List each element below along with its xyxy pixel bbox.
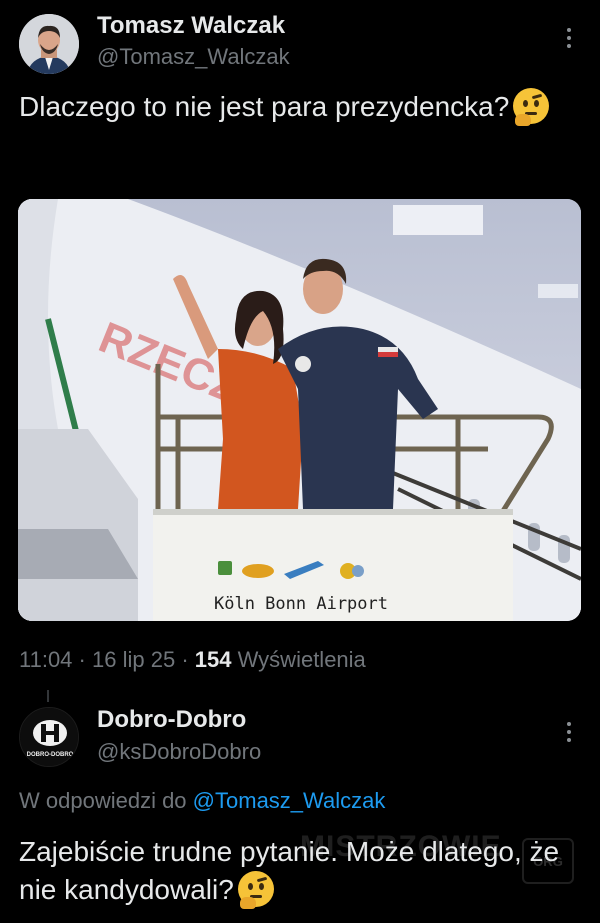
- reply-to-line: W odpowiedzi do @Tomasz_Walczak: [19, 788, 385, 814]
- thinking-face-icon: [513, 88, 550, 126]
- more-options-icon[interactable]: [559, 26, 579, 50]
- thread-line: [47, 690, 49, 702]
- reply-more-options-icon[interactable]: [559, 720, 579, 744]
- author-avatar[interactable]: [19, 14, 79, 74]
- reply-text: Zajebiście trudne pytanie. Może dlatego,…: [19, 833, 579, 909]
- meta-separator: ·: [78, 647, 86, 672]
- dobro-logo-icon: DOBRO-DOBRO: [20, 708, 78, 766]
- meta-separator: ·: [181, 647, 189, 672]
- airport-sign-text: Köln Bonn Airport: [214, 594, 388, 614]
- reply-to-label: W odpowiedzi do: [19, 788, 187, 813]
- views-count: 154: [194, 647, 232, 672]
- author-handle[interactable]: @Tomasz_Walczak: [97, 44, 290, 70]
- thinking-face-icon: [237, 871, 274, 909]
- author-name[interactable]: Tomasz Walczak: [97, 12, 285, 40]
- reply-to-handle[interactable]: @Tomasz_Walczak: [193, 788, 386, 813]
- author-avatar-image: [19, 14, 79, 74]
- reply-text-content: Zajebiście trudne pytanie. Może dlatego,…: [19, 836, 560, 905]
- reply-avatar-text: DOBRO-DOBRO: [27, 752, 74, 758]
- tweet-text: Dlaczego to nie jest para prezydencka?: [19, 88, 559, 126]
- reply-author-avatar[interactable]: DOBRO-DOBRO: [19, 707, 79, 767]
- tweet-meta: 11:04 · 16 lip 25 · 154 Wyświetlenia: [19, 647, 366, 673]
- views-label: Wyświetlenia: [237, 647, 366, 672]
- tweet-photo[interactable]: RZECZ Köln Bonn Airport: [18, 199, 581, 621]
- reply-author-name[interactable]: Dobro-Dobro: [97, 706, 246, 734]
- tweet-time[interactable]: 11:04: [19, 647, 72, 672]
- tweet-text-content: Dlaczego to nie jest para prezydencka?: [19, 91, 510, 122]
- reply-author-handle[interactable]: @ksDobroDobro: [97, 739, 261, 765]
- photo-scene: RZECZ Köln Bonn Airport: [18, 199, 581, 621]
- tweet-date[interactable]: 16 lip 25: [92, 647, 175, 672]
